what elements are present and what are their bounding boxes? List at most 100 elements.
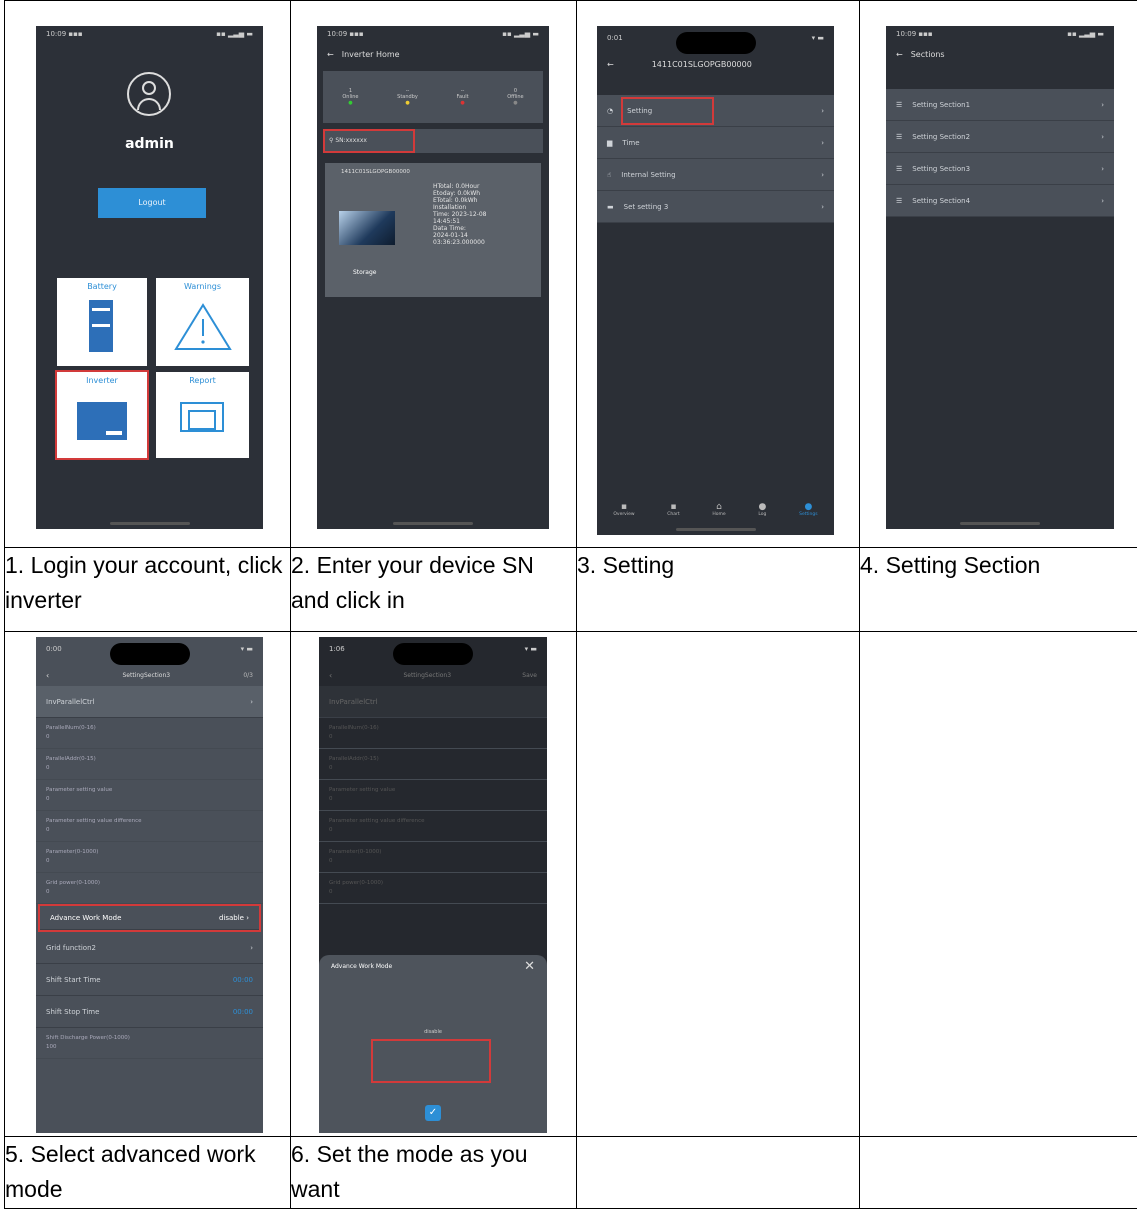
page-title: SettingSection3 [122, 672, 171, 679]
tile-report[interactable]: Report [156, 372, 249, 458]
close-icon[interactable]: ✕ [524, 959, 535, 974]
caption-3: 3. Setting [576, 547, 860, 632]
device-card[interactable]: 1411C01SLGOPGB00000 Storage HTotal: 0.0H… [325, 163, 541, 297]
param-row[interactable]: Shift Discharge Power(0-1000) 100 [36, 1028, 263, 1059]
username-label: admin [125, 136, 174, 152]
mode-option-highlight[interactable] [371, 1039, 491, 1083]
list-icon: ☰ [896, 100, 903, 109]
param-row[interactable]: Parameter setting value difference 0 [36, 811, 263, 842]
instruction-table: 10:09 ▪▪▪ ▪▪ ▂▃▅ ▬ admin Logout Battery W… [4, 0, 1137, 1209]
phone-login-screen: 10:09 ▪▪▪ ▪▪ ▂▃▅ ▬ admin Logout Battery W… [36, 26, 263, 529]
device-image [339, 211, 395, 245]
advance-work-mode-row[interactable]: Advance Work Mode disable › [38, 904, 261, 932]
home-indicator [960, 522, 1040, 525]
page-title: SettingSection3 [403, 672, 452, 679]
nav-chart[interactable]: ▪ Chart [667, 502, 679, 517]
shift-start-row[interactable]: Shift Start Time 00:00 [36, 964, 263, 996]
back-arrow-icon[interactable]: ← [327, 50, 334, 59]
chevron-right-icon: › [1101, 100, 1104, 109]
tile-battery-label: Battery [87, 282, 117, 291]
title-bar: ‹ SettingSection3 0/3 [46, 671, 253, 680]
section-item-1[interactable]: ☰ Setting Section1 › [886, 89, 1114, 121]
dynamic-island [675, 32, 756, 54]
empty-cell-8 [859, 631, 1137, 1137]
screenshot-cell-1: 10:09 ▪▪▪ ▪▪ ▂▃▅ ▬ admin Logout Battery W… [4, 0, 291, 548]
back-arrow-icon[interactable]: ‹ [46, 671, 49, 680]
grid-function-row[interactable]: Grid function2 › [36, 932, 263, 964]
param-row[interactable]: ParallelAddr(0-15) 0 [36, 749, 263, 780]
status-bar: 10:09 ▪▪▪ ▪▪ ▂▃▅ ▬ [327, 30, 539, 38]
phone-sections: 10:09 ▪▪▪ ▪▪ ▂▃▅ ▬ ← Sections ☰ Setting Sec… [886, 26, 1114, 529]
back-arrow-icon[interactable]: ‹ [329, 671, 332, 680]
menu-item-internal-setting[interactable]: ☝ Internal Setting › [597, 159, 834, 191]
back-arrow-icon[interactable]: ← [607, 60, 614, 69]
report-icon [180, 402, 224, 432]
device-sn: 1411C01SLGOPGB00000 [341, 169, 410, 175]
save-button[interactable]: Save [522, 672, 537, 679]
tile-warnings[interactable]: Warnings [156, 278, 249, 366]
nav-settings[interactable]: ● Settings [799, 502, 817, 517]
section-item-4[interactable]: ☰ Setting Section4 › [886, 185, 1114, 217]
warning-icon [174, 303, 232, 350]
nav-log[interactable]: ● Log [758, 502, 766, 517]
empty-cell-7 [576, 631, 860, 1137]
tile-battery[interactable]: Battery [57, 278, 147, 366]
group-row[interactable]: InvParallelCtrl › [36, 686, 263, 718]
inverter-icon [77, 402, 127, 440]
phone-inverter-home: 10:09 ▪▪▪ ▪▪ ▂▃▅ ▬ ← Inverter Home 1 Online… [317, 26, 549, 529]
param-row[interactable]: Parameter(0-1000) 0 [36, 842, 263, 873]
menu-item-set-setting-3[interactable]: ▬ Set setting 3 › [597, 191, 834, 223]
menu-item-time[interactable]: ▆ Time › [597, 127, 834, 159]
tile-inverter-label: Inverter [86, 376, 118, 385]
status-summary: 1 Online ● -- Standby ● -- Fault ● 0 Offline ● [323, 71, 543, 123]
device-type: Storage [353, 269, 377, 276]
section-item-3[interactable]: ☰ Setting Section3 › [886, 153, 1114, 185]
user-avatar-icon [127, 72, 171, 116]
nav-overview[interactable]: ▪ Overview [613, 502, 634, 517]
home-indicator [675, 528, 756, 531]
title-bar: ‹ SettingSection3 Save [319, 665, 547, 686]
dialog-title: Advance Work Mode [331, 963, 393, 970]
title-bar: ← Sections [886, 44, 1114, 65]
page-title: 1411C01SLGOPGB00000 [651, 60, 752, 69]
group-row[interactable]: InvParallelCtrl [319, 686, 547, 718]
device-stats: HTotal: 0.0Hour Etoday: 0.0kWh ETotal: 0.0… [433, 183, 487, 246]
hand-icon: ☝ [607, 170, 612, 179]
dynamic-island [393, 643, 473, 665]
briefcase-icon: ▬ [607, 202, 614, 211]
chevron-right-icon: › [1101, 164, 1104, 173]
shift-stop-row[interactable]: Shift Stop Time 00:00 [36, 996, 263, 1028]
option-disable[interactable]: disable [319, 1029, 547, 1035]
tile-inverter[interactable]: Inverter [55, 370, 149, 460]
page-title: Inverter Home [341, 50, 400, 59]
list-icon: ☰ [896, 164, 903, 173]
status-bar: 10:09 ▪▪▪ ▪▪ ▂▃▅ ▬ [896, 30, 1104, 38]
title-bar: ← Inverter Home [317, 44, 549, 65]
param-row[interactable]: Parameter setting value 0 [36, 780, 263, 811]
chevron-right-icon: › [821, 170, 824, 179]
screenshot-cell-6: 1:06 ▾ ▬ ‹ SettingSection3 Save InvParallel… [290, 631, 577, 1137]
section-item-2[interactable]: ☰ Setting Section2 › [886, 121, 1114, 153]
screenshot-cell-4: 10:09 ▪▪▪ ▪▪ ▂▃▅ ▬ ← Sections ☰ Setting Sec… [859, 0, 1137, 548]
search-input[interactable]: ⚲ SN:xxxxxx [323, 129, 415, 153]
empty-caption-7 [576, 1136, 860, 1209]
back-arrow-icon[interactable]: ← [896, 50, 903, 59]
chevron-right-icon: › [1101, 132, 1104, 141]
phone-device-menu: 0:01 ▾ ▬ ← 1411C01SLGOPGB00000 ◔ Setting › ▆… [597, 26, 834, 535]
dynamic-island [109, 643, 190, 665]
param-row[interactable]: Grid power(0-1000) 0 [36, 873, 263, 904]
phone-mode-dialog: 1:06 ▾ ▬ ‹ SettingSection3 Save InvParallel… [319, 637, 547, 1133]
nav-home[interactable]: ⌂ Home [712, 502, 725, 517]
param-row[interactable]: ParallelNum(0-16) 0 [36, 718, 263, 749]
time-icon: ▆ [607, 138, 613, 147]
status-bar: 10:09 ▪▪▪ ▪▪ ▂▃▅ ▬ [46, 30, 253, 38]
page-title: Sections [910, 50, 945, 59]
menu-item-setting[interactable]: ◔ Setting › [597, 95, 834, 127]
list-icon: ☰ [896, 132, 903, 141]
caption-4: 4. Setting Section [859, 547, 1137, 632]
mode-dialog: Advance Work Mode ✕ disable ✓ [319, 955, 547, 1133]
logout-button[interactable]: Logout [98, 188, 206, 218]
confirm-button[interactable]: ✓ [425, 1105, 441, 1121]
setting-icon: ◔ [607, 106, 614, 115]
search-bar[interactable]: ⚲ SN:xxxxxx [323, 129, 543, 153]
